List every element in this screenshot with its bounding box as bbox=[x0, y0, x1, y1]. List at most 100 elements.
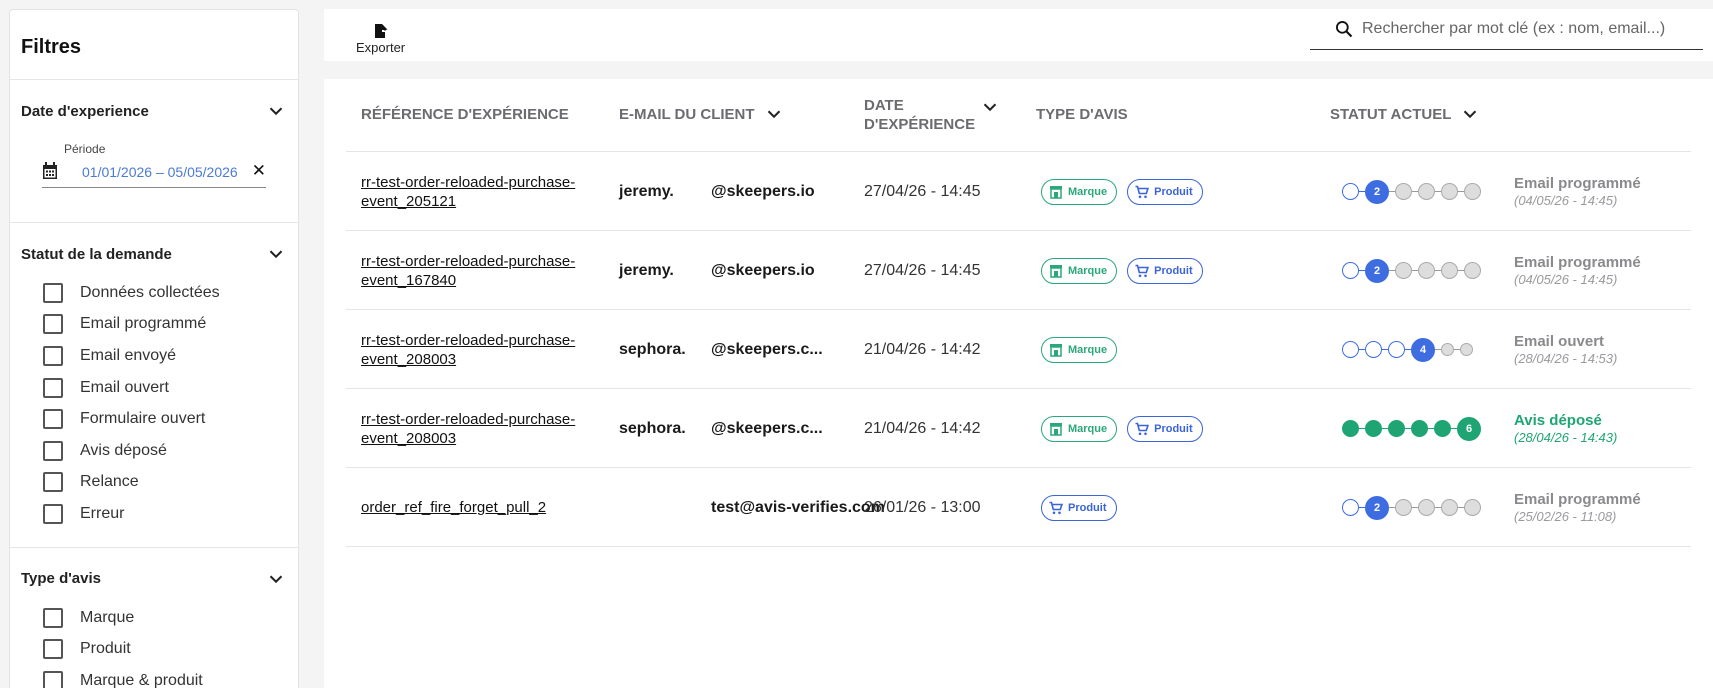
type-option[interactable]: Produit bbox=[21, 633, 287, 665]
table-row[interactable]: rr-test-order-reloaded-purchase-event_20… bbox=[346, 389, 1691, 468]
step-dot bbox=[1342, 341, 1359, 358]
filters-sidebar: Filtres Date d'experience Période 01/01/… bbox=[9, 9, 299, 688]
period-value[interactable]: 01/01/2026 – 05/05/2026 bbox=[82, 164, 238, 180]
filters-title: Filtres bbox=[21, 36, 82, 58]
checkbox[interactable] bbox=[43, 639, 63, 660]
step-dot bbox=[1342, 262, 1359, 279]
status-option[interactable]: Erreur bbox=[21, 498, 287, 530]
status-cell: Email programmé (04/05/26 - 14:45) bbox=[1514, 231, 1641, 310]
type-option[interactable]: Marque & produit bbox=[21, 665, 287, 688]
sort-chevron-icon[interactable] bbox=[1459, 103, 1481, 125]
current-step: 4 bbox=[1411, 337, 1435, 362]
search-box[interactable] bbox=[1310, 9, 1703, 50]
type-option-label: Marque & produit bbox=[80, 671, 203, 688]
checkbox[interactable] bbox=[43, 607, 63, 628]
chevron-down-icon[interactable] bbox=[265, 568, 287, 590]
checkbox[interactable] bbox=[43, 409, 63, 430]
badge-label: Produit bbox=[1154, 185, 1193, 198]
export-button[interactable]: Exporter bbox=[356, 23, 405, 55]
type-option[interactable]: Marque bbox=[21, 602, 287, 634]
ref-cell: order_ref_fire_forget_pull_2 bbox=[361, 468, 591, 547]
checkbox[interactable] bbox=[43, 345, 63, 366]
table-row[interactable]: rr-test-order-reloaded-purchase-event_20… bbox=[346, 152, 1691, 231]
badge-marque: Marque bbox=[1041, 178, 1118, 205]
checkbox[interactable] bbox=[43, 282, 63, 303]
status-date: (04/05/26 - 14:45) bbox=[1514, 272, 1618, 287]
step-dot bbox=[1418, 262, 1435, 279]
badge-label: Marque bbox=[1068, 422, 1108, 435]
status-option[interactable]: Formulaire ouvert bbox=[21, 403, 287, 435]
type-filter-header[interactable]: Type d'avis bbox=[21, 568, 287, 590]
table-row[interactable]: order_ref_fire_forget_pull_2 test@avis-v… bbox=[346, 468, 1691, 547]
status-label: Email ouvert bbox=[1514, 333, 1605, 350]
status-stepper: 2 bbox=[1342, 152, 1481, 231]
checkbox[interactable] bbox=[43, 503, 63, 524]
current-step: 2 bbox=[1365, 495, 1389, 520]
type-filter-title: Type d'avis bbox=[21, 570, 101, 588]
badge-produit: Produit bbox=[1127, 178, 1203, 205]
status-option[interactable]: Email envoyé bbox=[21, 340, 287, 372]
status-filter-section: Statut de la demande Données collectées … bbox=[10, 222, 298, 542]
table-row[interactable]: rr-test-order-reloaded-purchase-event_16… bbox=[346, 231, 1691, 310]
badge-label: Marque bbox=[1068, 264, 1108, 277]
email-local: sephora. bbox=[619, 419, 686, 437]
main-panel: RÉFÉRENCE D'EXPÉRIENCE E-MAIL DU CLIENT … bbox=[324, 79, 1713, 688]
status-option[interactable]: Avis déposé bbox=[21, 435, 287, 467]
step-dot bbox=[1395, 262, 1412, 279]
status-label: Email programmé bbox=[1514, 254, 1641, 271]
email-local: jeremy. bbox=[619, 182, 674, 200]
table-row[interactable]: rr-test-order-reloaded-purchase-event_20… bbox=[346, 310, 1691, 389]
email-domain: test@avis-verifies.com bbox=[711, 498, 885, 516]
status-label: Avis déposé bbox=[1514, 412, 1602, 429]
client-email: sephora. @skeepers.c... bbox=[619, 389, 823, 468]
step-dot bbox=[1464, 183, 1481, 200]
sort-chevron-icon[interactable] bbox=[763, 103, 785, 125]
checkbox[interactable] bbox=[43, 314, 63, 335]
client-email: sephora. @skeepers.c... bbox=[619, 310, 823, 389]
status-stepper: 2 bbox=[1342, 231, 1481, 310]
experience-ref-link[interactable]: rr-test-order-reloaded-purchase-event_20… bbox=[361, 173, 591, 211]
export-file-icon bbox=[374, 24, 388, 38]
checkbox[interactable] bbox=[43, 472, 63, 493]
checkbox[interactable] bbox=[43, 440, 63, 461]
status-option[interactable]: Email ouvert bbox=[21, 372, 287, 404]
experience-ref-link[interactable]: rr-test-order-reloaded-purchase-event_16… bbox=[361, 252, 591, 290]
sort-chevron-icon[interactable] bbox=[979, 96, 1001, 118]
status-date: (25/02/26 - 11:08) bbox=[1514, 509, 1617, 524]
date-filter-header[interactable]: Date d'experience bbox=[21, 100, 287, 122]
status-option-label: Relance bbox=[80, 473, 139, 491]
status-cell: Email programmé (04/05/26 - 14:45) bbox=[1514, 152, 1641, 231]
period-field[interactable]: Période 01/01/2026 – 05/05/2026 ✕ bbox=[42, 142, 266, 188]
header-status[interactable]: STATUT ACTUEL bbox=[1330, 103, 1481, 125]
header-ref: RÉFÉRENCE D'EXPÉRIENCE bbox=[361, 105, 569, 124]
chevron-down-icon[interactable] bbox=[265, 100, 287, 122]
status-option[interactable]: Relance bbox=[21, 467, 287, 499]
header-date[interactable]: DATE D'EXPÉRIENCE bbox=[864, 96, 1001, 134]
experience-ref-link[interactable]: rr-test-order-reloaded-purchase-event_20… bbox=[361, 331, 591, 369]
checkbox[interactable] bbox=[43, 670, 63, 688]
step-dot bbox=[1388, 341, 1405, 358]
search-input[interactable] bbox=[1362, 20, 1692, 38]
status-option[interactable]: Données collectées bbox=[21, 277, 287, 309]
badge-label: Produit bbox=[1154, 422, 1193, 435]
current-status: Email ouvert (28/04/26 - 14:53) bbox=[1514, 333, 1617, 366]
header-email[interactable]: E-MAIL DU CLIENT bbox=[619, 103, 785, 125]
status-stepper: 4 bbox=[1342, 310, 1473, 389]
step-dot bbox=[1395, 183, 1412, 200]
export-label: Exporter bbox=[356, 40, 406, 55]
header-type: TYPE D'AVIS bbox=[1036, 105, 1128, 124]
chevron-down-icon[interactable] bbox=[265, 243, 287, 265]
status-option[interactable]: Email programmé bbox=[21, 309, 287, 341]
clear-period-icon[interactable]: ✕ bbox=[252, 161, 266, 181]
shop-icon bbox=[1050, 343, 1062, 357]
experience-date: 21/04/26 - 14:42 bbox=[864, 419, 981, 437]
type-option-label: Marque bbox=[80, 608, 135, 626]
badge-produit: Produit bbox=[1127, 257, 1203, 284]
experience-ref-link[interactable]: rr-test-order-reloaded-purchase-event_20… bbox=[361, 410, 591, 448]
status-filter-header[interactable]: Statut de la demande bbox=[21, 243, 287, 265]
checkbox[interactable] bbox=[43, 377, 63, 398]
step-dot bbox=[1464, 499, 1481, 516]
status-option-label: Email programmé bbox=[80, 315, 207, 333]
badge-produit: Produit bbox=[1127, 415, 1203, 442]
experience-ref-link[interactable]: order_ref_fire_forget_pull_2 bbox=[361, 498, 591, 517]
